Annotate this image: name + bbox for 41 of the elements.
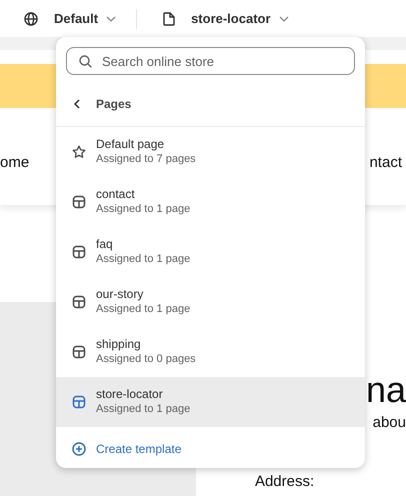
chevron-down-icon xyxy=(278,16,289,22)
item-title: our-story xyxy=(96,287,144,302)
nav-link[interactable]: ntact xyxy=(369,154,402,171)
theme-selector[interactable]: Default xyxy=(20,11,120,26)
item-subtitle: Assigned to 1 page xyxy=(96,252,190,267)
address-label: Address: xyxy=(254,473,316,490)
template-selector[interactable]: store-locator xyxy=(159,11,293,26)
create-template-button[interactable]: Create template xyxy=(72,441,365,457)
layout-icon xyxy=(72,295,86,309)
layout-icon xyxy=(72,245,86,259)
chevron-down-icon xyxy=(106,16,116,22)
template-item[interactable]: contact Assigned to 1 page xyxy=(56,177,365,227)
item-title: Default page xyxy=(96,137,166,152)
layout-icon xyxy=(72,395,86,409)
item-subtitle: Assigned to 1 page xyxy=(96,202,190,217)
item-title: faq xyxy=(96,237,114,252)
layout-icon xyxy=(72,345,86,359)
search-field[interactable]: Search online store xyxy=(66,47,355,75)
item-title: contact xyxy=(96,187,136,202)
item-subtitle: Assigned to 7 pages xyxy=(96,152,196,167)
nav-link[interactable]: ome xyxy=(0,154,30,171)
template-item[interactable]: store-locator Assigned to 1 page xyxy=(56,377,365,427)
search-icon xyxy=(79,55,92,68)
template-item[interactable]: our-story Assigned to 1 page xyxy=(56,277,365,327)
item-title: store-locator xyxy=(96,387,164,402)
back-button[interactable]: Pages xyxy=(74,95,365,113)
item-subtitle: Assigned to 1 page xyxy=(96,402,190,417)
plus-circle-icon xyxy=(72,442,86,456)
file-icon xyxy=(163,12,176,26)
item-title: shipping xyxy=(96,337,142,352)
chevron-left-icon xyxy=(74,99,80,109)
template-item[interactable]: shipping Assigned to 0 pages xyxy=(56,327,365,377)
item-subtitle: Assigned to 1 page xyxy=(96,302,190,317)
star-icon xyxy=(72,145,86,159)
body-text: abou xyxy=(372,414,406,431)
item-subtitle: Assigned to 0 pages xyxy=(96,352,196,367)
template-item[interactable]: faq Assigned to 1 page xyxy=(56,227,365,277)
layout-icon xyxy=(72,195,86,209)
globe-icon xyxy=(24,12,38,26)
page-heading: na xyxy=(366,368,406,412)
template-item[interactable]: Default page Assigned to 7 pages xyxy=(56,127,365,177)
